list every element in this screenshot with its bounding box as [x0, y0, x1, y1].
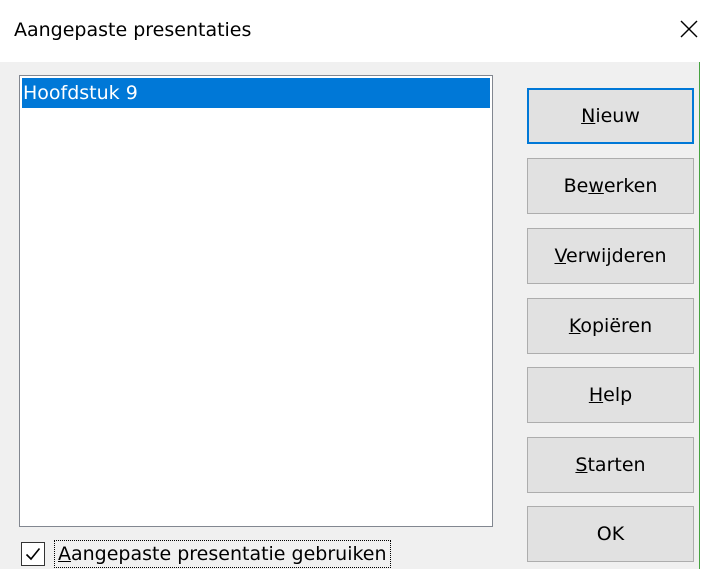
- help-button-mnemonic: H: [588, 384, 604, 406]
- edit-button[interactable]: Bewerken: [527, 158, 694, 214]
- use-custom-show-option[interactable]: Aangepaste presentatie gebruiken: [21, 539, 421, 569]
- help-button-label-post: elp: [603, 384, 633, 406]
- dialog-window: Aangepaste presentaties Hoofdstuk 9 Nieu…: [0, 0, 700, 569]
- copy-button-mnemonic: K: [568, 315, 581, 337]
- delete-button[interactable]: Verwijderen: [527, 228, 694, 284]
- start-button[interactable]: Starten: [527, 437, 694, 493]
- new-button-mnemonic: N: [581, 105, 596, 127]
- new-button[interactable]: Nieuw: [527, 88, 694, 144]
- use-custom-show-checkbox[interactable]: [21, 542, 45, 566]
- use-custom-show-label[interactable]: Aangepaste presentatie gebruiken: [54, 540, 391, 568]
- checkbox-label-text: angepaste presentatie gebruiken: [71, 543, 387, 565]
- help-button[interactable]: Help: [527, 367, 694, 423]
- delete-button-label-post: erwijderen: [566, 245, 667, 267]
- dialog-title: Aangepaste presentaties: [14, 19, 252, 41]
- checkbox-label-mnemonic: A: [58, 543, 71, 565]
- edit-button-mnemonic: w: [588, 175, 604, 197]
- copy-button[interactable]: Kopiëren: [527, 298, 694, 354]
- custom-shows-list[interactable]: Hoofdstuk 9: [19, 75, 493, 527]
- ok-button[interactable]: OK: [527, 506, 694, 562]
- delete-button-mnemonic: V: [554, 245, 567, 267]
- title-bar: Aangepaste presentaties: [0, 0, 700, 62]
- list-item-selected[interactable]: Hoofdstuk 9: [22, 78, 490, 108]
- edit-button-label-pre: Be: [563, 175, 589, 197]
- start-button-mnemonic: S: [575, 454, 588, 476]
- edit-button-label-post: erken: [603, 175, 658, 197]
- copy-button-label-post: opiëren: [580, 315, 653, 337]
- start-button-label-post: tarten: [587, 454, 646, 476]
- new-button-label-post: ieuw: [595, 105, 640, 127]
- close-icon[interactable]: [674, 14, 701, 44]
- checkmark-icon: [25, 547, 41, 561]
